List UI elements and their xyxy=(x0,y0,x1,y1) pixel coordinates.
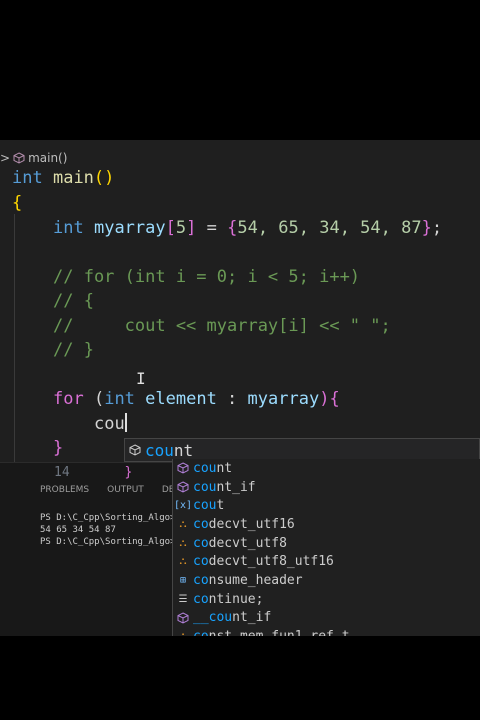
code-line-open-brace: { xyxy=(12,193,23,213)
suggestion-item[interactable]: ⛬const_mem_fun1_ref_t xyxy=(173,627,480,636)
suggestion-item[interactable]: ⊞ consume_header xyxy=(173,571,480,590)
suggestion-item[interactable]: ⛬ codecvt_utf16 xyxy=(173,515,480,534)
cube-icon xyxy=(177,612,189,624)
suggestion-item[interactable]: count xyxy=(173,459,480,478)
breadcrumb[interactable]: > main() xyxy=(0,148,67,168)
suggestion-item[interactable]: __count_if xyxy=(173,609,480,628)
tab-problems[interactable]: PROBLEMS xyxy=(40,485,89,495)
class-icon: ⛬ xyxy=(179,537,187,549)
code-editor[interactable]: int main() { int myarray[5] = {54, 65, 3… xyxy=(0,166,480,464)
code-comment-line: // for (int i = 0; i < 5; i++) xyxy=(53,267,361,287)
code-line-array-decl: int myarray[5] = {54, 65, 34, 54, 87}; xyxy=(53,218,443,238)
breadcrumb-separator: > xyxy=(0,151,11,165)
code-line-for-loop: for (int element : myarray){ xyxy=(53,389,340,409)
suggestion-item[interactable]: ⛬ codecvt_utf8_utf16 xyxy=(173,552,480,571)
line-number: 14 } xyxy=(54,465,133,480)
class-icon: ⛬ xyxy=(177,631,189,636)
tab-output[interactable]: OUTPUT xyxy=(107,485,144,495)
class-icon: ⛬ xyxy=(179,556,187,568)
terminal-line: 54 65 34 54 87 xyxy=(40,525,116,535)
vscode-window: > main() int main() { int myarray[5] = {… xyxy=(0,140,480,636)
code-line-main: int main() xyxy=(12,168,115,188)
class-icon: ⛬ xyxy=(179,518,187,530)
cube-icon xyxy=(177,462,189,474)
suggestion-item[interactable]: ⛬ codecvt_utf8 xyxy=(173,534,480,553)
enum-icon: ⊞ xyxy=(179,574,187,586)
indent-guide xyxy=(14,214,15,464)
terminal-line: PS D:\C_Cpp\Sorting_Algo> xyxy=(40,537,176,547)
suggestion-item[interactable]: ☰ continue; xyxy=(173,590,480,609)
cube-icon xyxy=(13,152,25,164)
code-comment-line: // cout << myarray[i] << " "; xyxy=(53,316,391,336)
terminal-line: PS D:\C_Cpp\Sorting_Algo> xyxy=(40,513,176,523)
text-caret xyxy=(124,413,127,432)
code-line-close-brace: } xyxy=(53,438,64,458)
snippet-icon: ☰ xyxy=(178,593,188,605)
suggestion-item[interactable]: [x] cout xyxy=(173,496,480,515)
code-comment-line: // { xyxy=(53,291,94,311)
breadcrumb-symbol[interactable]: main() xyxy=(28,151,67,165)
suggestion-list[interactable]: count count_if [x] cout ⛬ codecvt_utf16 ⛬ c… xyxy=(172,459,480,636)
variable-icon: [x] xyxy=(173,500,193,512)
suggestion-details-label: count xyxy=(145,440,194,460)
cube-icon xyxy=(129,444,141,456)
code-comment-line: // } xyxy=(53,340,94,360)
cube-icon xyxy=(177,481,189,493)
text-cursor-icon: I xyxy=(136,369,146,388)
suggestion-item[interactable]: count_if xyxy=(173,478,480,497)
code-line-typing[interactable]: cou xyxy=(94,412,127,436)
